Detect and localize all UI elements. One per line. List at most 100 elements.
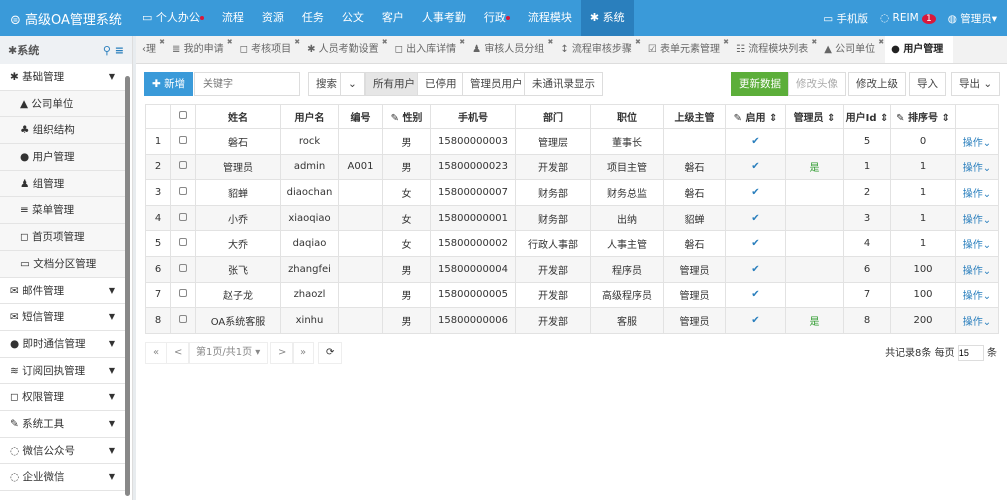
close-icon[interactable]: ✖ <box>878 28 884 56</box>
sidebar-item[interactable]: ✎ 系统工具 ▼ <box>0 411 125 438</box>
row-checkbox[interactable] <box>179 289 187 298</box>
operation-menu[interactable]: 操作⌄ <box>955 128 999 155</box>
search-icon[interactable]: ⚲ ≡ <box>103 44 124 57</box>
column-header[interactable] <box>955 104 999 129</box>
table-row[interactable]: 6 张飞 zhangfei 男 15800000004 开发部 程序员 管理员 ✔ 6 100 操作⌄ <box>145 255 999 283</box>
tab-item[interactable]: ☷ 流程模块列表 ✖ <box>730 36 818 63</box>
check-icon[interactable]: ✔ <box>751 289 759 300</box>
close-icon[interactable]: ✖ <box>294 28 300 56</box>
check-icon[interactable]: ✔ <box>751 187 759 198</box>
row-checkbox[interactable] <box>179 161 187 170</box>
close-icon[interactable]: ✖ <box>811 28 817 56</box>
close-icon[interactable]: ✖ <box>723 28 729 56</box>
tab-item[interactable]: ♟ 审核人员分组 ✖ <box>466 36 554 63</box>
filter-all-users[interactable]: 所有用户 <box>365 72 423 96</box>
column-header[interactable]: ✎ 启用 ⇕ <box>725 104 786 129</box>
sidebar-item[interactable]: ✉ 邮件管理 ▼ <box>0 278 125 305</box>
last-page-button[interactable]: » <box>292 342 315 364</box>
sidebar-item[interactable]: ✱ 基础管理 ▼ <box>0 64 125 91</box>
close-icon[interactable]: ✖ <box>159 28 165 56</box>
filter-not-in-contacts[interactable]: 未通讯录显示 <box>524 72 603 96</box>
close-icon[interactable]: ✖ <box>227 28 233 56</box>
nav-item[interactable]: 资源 <box>253 0 293 36</box>
check-icon[interactable]: ✔ <box>751 315 759 326</box>
operation-menu[interactable]: 操作⌄ <box>955 255 999 283</box>
sidebar-item[interactable]: ◻ 首页项管理 <box>0 224 125 251</box>
table-row[interactable]: 2 管理员 admin A001 男 15800000023 开发部 项目主管 磐石 ✔ 是 1 1 操作… <box>145 153 999 181</box>
operation-menu[interactable]: 操作⌄ <box>955 204 999 232</box>
column-header[interactable]: 管理员 ⇕ <box>785 104 844 129</box>
table-row[interactable]: 1 磐石 rock 男 15800000003 管理层 董事长 ✔ 5 0 操作⌄ <box>145 128 999 155</box>
first-page-button[interactable]: « <box>145 342 168 364</box>
sidebar-item[interactable]: ▭ 文档分区管理 <box>0 250 125 278</box>
operation-menu[interactable]: 操作⌄ <box>955 281 999 309</box>
check-icon[interactable]: ✔ <box>751 136 759 147</box>
check-icon[interactable]: ✔ <box>751 161 759 172</box>
nav-item[interactable]: 流程 <box>213 0 253 36</box>
check-icon[interactable]: ✔ <box>751 264 759 275</box>
sidebar-item[interactable]: ≋ 订阅回执管理 ▼ <box>0 358 125 385</box>
table-row[interactable]: 7 赵子龙 zhaozl 男 15800000005 开发部 高级程序员 管理员 ✔ 7 100 操作… <box>145 281 999 309</box>
refresh-data-button[interactable]: 更新数据 <box>731 72 789 96</box>
close-icon[interactable]: ✖ <box>382 28 388 56</box>
next-page-button[interactable]: > <box>270 342 295 364</box>
nav-item[interactable]: 行政 <box>475 0 519 36</box>
tab-item[interactable]: ◻ 考核项目 ✖ <box>234 36 302 63</box>
tab-item[interactable]: ▲ 公司单位 ✖ <box>818 36 885 63</box>
close-icon[interactable]: ✖ <box>547 28 553 56</box>
table-row[interactable]: 8 OA系统客服 xinhu 男 15800000006 开发部 客服 管理员 ✔ 是 8 200 操作… <box>145 307 999 334</box>
row-checkbox[interactable] <box>179 135 187 144</box>
tab-item[interactable]: ◻ 出入库详情 ✖ <box>389 36 467 63</box>
user-menu[interactable]: ◍ 管理员▾ <box>948 11 997 26</box>
change-superior-button[interactable]: 修改上级 <box>848 72 906 96</box>
nav-item[interactable]: 客户 <box>373 0 413 36</box>
filter-disabled[interactable]: 已停用 <box>417 72 465 96</box>
sidebar-item[interactable]: ● 即时通信管理 ▼ <box>0 331 125 358</box>
column-header[interactable] <box>170 104 196 129</box>
tab-item[interactable]: ‹理 ✖ <box>136 36 166 63</box>
import-button[interactable]: 导入 <box>909 72 946 96</box>
sidebar-item[interactable]: ≡ 菜单管理 <box>0 197 125 225</box>
select-all-checkbox[interactable] <box>179 111 187 119</box>
mobile-link[interactable]: ▭ 手机版 <box>823 11 868 26</box>
change-avatar-button[interactable]: 修改头像 <box>788 72 846 96</box>
row-checkbox[interactable] <box>179 212 187 221</box>
nav-item[interactable]: 公文 <box>333 0 373 36</box>
sidebar-item[interactable]: ✉ 短信管理 ▼ <box>0 304 125 331</box>
prev-page-button[interactable]: < <box>166 342 191 364</box>
operation-menu[interactable]: 操作⌄ <box>955 230 999 257</box>
tab-item[interactable]: ↕ 流程审核步骤 ✖ <box>554 36 642 63</box>
sidebar-item[interactable]: ◻ 权限管理 ▼ <box>0 384 125 411</box>
per-page-input[interactable] <box>957 345 984 361</box>
app-logo[interactable]: ⊜ 高级OA管理系统 <box>0 9 133 28</box>
row-checkbox[interactable] <box>179 186 187 195</box>
keyword-input[interactable] <box>194 72 300 96</box>
operation-menu[interactable]: 操作⌄ <box>955 153 999 181</box>
tab-item[interactable]: ≣ 我的申请 ✖ <box>166 36 234 63</box>
table-row[interactable]: 5 大乔 daqiao 女 15800000002 行政人事部 人事主管 磐石 ✔ 4 1 操作⌄ <box>145 230 999 257</box>
row-checkbox[interactable] <box>179 314 187 323</box>
tab-item[interactable]: ✱ 人员考勤设置 ✖ <box>301 36 389 63</box>
page-select[interactable]: 第1页/共1页 ▾ <box>188 342 269 364</box>
check-icon[interactable]: ✔ <box>751 238 759 249</box>
close-icon[interactable]: ✖ <box>459 28 465 56</box>
filter-admin-users[interactable]: 管理员用户 <box>462 72 531 96</box>
reim-link[interactable]: ◌ REIM 1 <box>880 12 936 24</box>
add-button[interactable]: ✚ 新增 <box>144 72 194 96</box>
sidebar-item[interactable]: ♟ 组管理 <box>0 170 125 198</box>
sidebar-item[interactable]: ● 用户管理 <box>0 144 125 171</box>
operation-menu[interactable]: 操作⌄ <box>955 179 999 206</box>
tab-item[interactable]: ☑ 表单元素管理 ✖ <box>642 36 730 63</box>
operation-menu[interactable]: 操作⌄ <box>955 307 999 334</box>
row-checkbox[interactable] <box>179 263 187 272</box>
check-icon[interactable]: ✔ <box>751 213 759 224</box>
tab-item[interactable]: ● 用户管理 <box>885 36 954 63</box>
sidebar-item[interactable]: ◌ 微信公众号 ▼ <box>0 438 125 465</box>
column-header[interactable]: ✎ 排序号 ⇕ <box>890 104 956 129</box>
nav-item[interactable]: ▭ 个人办公 <box>133 0 213 36</box>
sidebar-item[interactable]: ◌ 企业微信 ▼ <box>0 464 125 491</box>
export-button[interactable]: 导出 ⌄ <box>951 72 1001 96</box>
column-header[interactable]: 用户Id ⇕ <box>843 104 891 129</box>
search-dropdown[interactable]: ⌄ <box>340 72 365 96</box>
nav-item[interactable]: ✱ 系统 <box>580 0 634 36</box>
